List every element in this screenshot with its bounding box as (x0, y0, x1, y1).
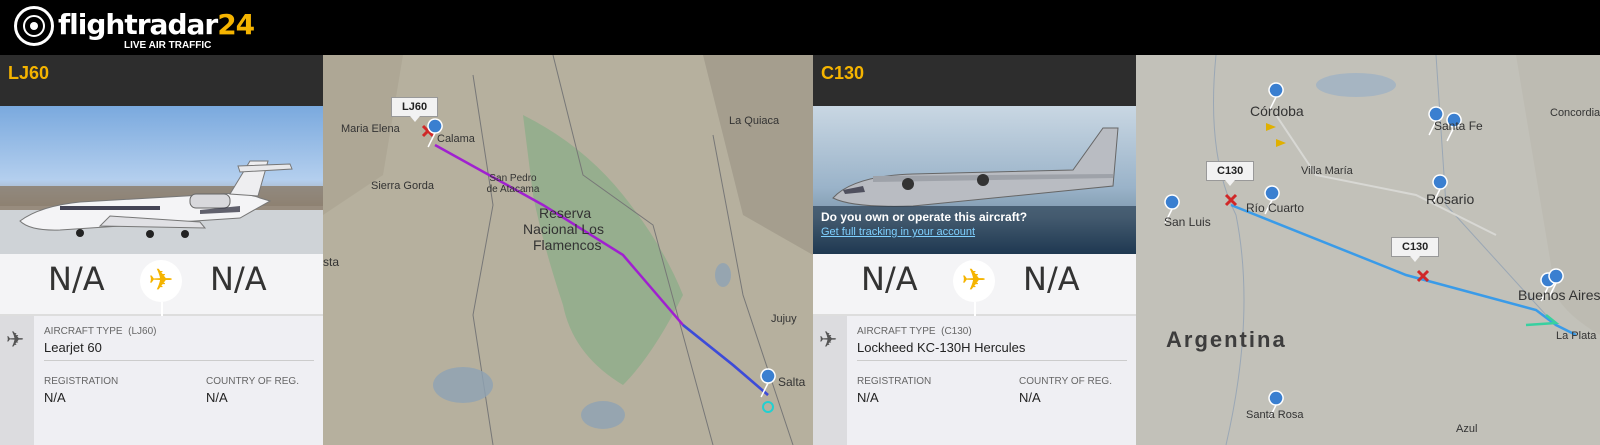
aircraft-photo (0, 106, 323, 254)
country-label: COUNTRY OF REG. (1019, 376, 1112, 387)
plane-icon: ✈ (953, 260, 995, 302)
registration-value: N/A (44, 390, 66, 405)
flight-map-lj60[interactable]: LJ60 Maria Elena Sierra Gorda Calama San… (323, 55, 813, 445)
map-label: Reserva (539, 205, 592, 221)
map-label: Calama (437, 133, 475, 145)
country-label: COUNTRY OF REG. (206, 376, 299, 387)
logo-tagline: LIVE AIR TRAFFIC (124, 40, 212, 51)
map-label: Villa María (1301, 165, 1353, 177)
map-label: Santa Fe (1434, 119, 1483, 133)
aircraft-type-label: AIRCRAFT TYPE (LJ60) (44, 326, 157, 337)
own-aircraft-prompt: Do you own or operate this aircraft? (821, 210, 1028, 224)
map-label: San Pedro de Atacama (486, 173, 540, 195)
route-divider (161, 302, 163, 316)
flight-label-tag[interactable]: LJ60 (391, 97, 439, 122)
flightradar24-logo[interactable]: flightradar24 LIVE AIR TRAFFIC (14, 6, 255, 51)
flight-info-panel-lj60: LJ60 N/A ✈ N/A ✈ AIRCRAFT TYPE (LJ60) Le… (0, 55, 323, 445)
country-value: N/A (1019, 390, 1041, 405)
destination-airport[interactable]: N/A (1023, 260, 1080, 298)
aircraft-icon-column: ✈ (0, 316, 34, 445)
registration-label: REGISTRATION (857, 376, 932, 387)
details-divider (44, 360, 314, 361)
origin-airport[interactable]: N/A (861, 260, 918, 298)
map-country-label: Argentina (1166, 327, 1287, 352)
callsign-header: C130 (813, 55, 1136, 106)
terrain-map (1136, 55, 1600, 445)
map-label: San Luis (1164, 215, 1211, 229)
airplane-icon: ✈ (6, 328, 25, 353)
map-label: Rosario (1426, 191, 1475, 207)
flight-map-c130[interactable]: C130 C130 Córdoba Villa María Santa Fe R… (1136, 55, 1600, 445)
aircraft-type-value: Lockheed KC-130H Hercules (857, 340, 1026, 355)
flight-label-tag[interactable]: C130 (1391, 237, 1440, 262)
route-divider (974, 302, 976, 316)
logo-text: flightradar24 (58, 8, 255, 41)
aircraft-type-label: AIRCRAFT TYPE (C130) (857, 326, 972, 337)
details-divider (857, 360, 1127, 361)
map-label: Santa Rosa (1246, 409, 1304, 421)
aircraft-details: ✈ AIRCRAFT TYPE (C130) Lockheed KC-130H … (813, 316, 1136, 445)
map-label: sta (323, 255, 340, 269)
map-label: Sierra Gorda (371, 180, 434, 192)
aircraft-icon-column: ✈ (813, 316, 847, 445)
aircraft-photo: Do you own or operate this aircraft? Get… (813, 106, 1136, 254)
callsign-header: LJ60 (0, 55, 323, 106)
registration-value: N/A (857, 390, 879, 405)
plane-icon: ✈ (140, 260, 182, 302)
registration-label: REGISTRATION (44, 376, 119, 387)
map-label: Concordia (1550, 107, 1600, 119)
map-label: Nacional Los (523, 221, 604, 237)
radar-icon (14, 6, 54, 46)
map-label: Buenos Aires (1518, 287, 1600, 303)
aircraft-type-value: Learjet 60 (44, 340, 102, 355)
airplane-icon: ✈ (819, 328, 838, 353)
map-label: Flamencos (533, 237, 602, 253)
flight-info-panel-c130: C130 Do you own or operate this aircraft… (813, 55, 1136, 445)
flight-label-tag[interactable]: C130 (1206, 161, 1255, 186)
route-row: N/A ✈ N/A (813, 254, 1136, 316)
origin-airport[interactable]: N/A (48, 260, 105, 298)
map-label: Azul (1456, 423, 1478, 435)
destination-airport[interactable]: N/A (210, 260, 267, 298)
full-tracking-link[interactable]: Get full tracking in your account (821, 226, 975, 238)
aircraft-details: ✈ AIRCRAFT TYPE (LJ60) Learjet 60 REGIST… (0, 316, 323, 445)
map-label: Maria Elena (341, 123, 400, 135)
map-label: Salta (778, 375, 806, 389)
country-value: N/A (206, 390, 228, 405)
route-row: N/A ✈ N/A (0, 254, 323, 316)
top-bar: flightradar24 LIVE AIR TRAFFIC (0, 0, 1600, 55)
learjet-illustration (0, 160, 323, 254)
map-label: La Quiaca (729, 115, 780, 127)
map-label: Río Cuarto (1246, 201, 1305, 215)
map-label: Córdoba (1250, 103, 1304, 119)
map-label: La Plata (1556, 330, 1597, 342)
map-label: Jujuy (771, 313, 797, 325)
